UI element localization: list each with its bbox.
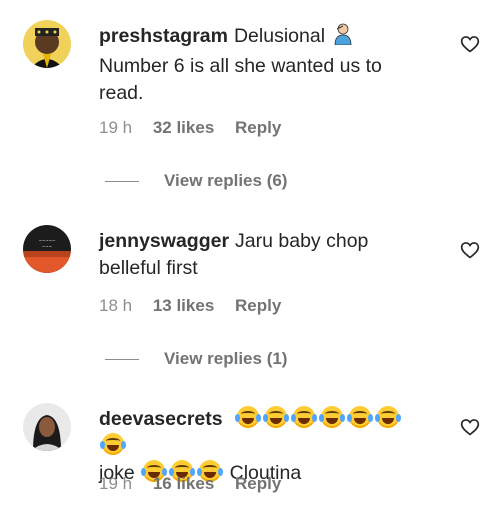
face-with-tears-of-joy-emoji-icon [100,433,126,455]
comment-body-continued: Number 6 is all she wanted us to read. [99,55,382,104]
view-replies-label: View replies (6) [164,171,288,190]
comment-username[interactable]: deevasecrets [99,408,223,430]
comment-username[interactable]: preshstagram [99,25,228,47]
comment-username[interactable]: jennyswagger [99,230,229,252]
comment-meta: 18 h 13 likes Reply [99,296,297,316]
face-with-tears-of-joy-emoji-icon [347,406,374,428]
avatar[interactable] [23,403,71,451]
view-replies-button[interactable]: View replies (1) [105,349,287,369]
person-facepalm-emoji-icon [333,23,353,53]
comment-likes[interactable]: 16 likes [153,474,214,493]
comment-text: preshstagram Delusional Number 6 is all s… [99,23,429,107]
divider-line [105,359,139,361]
heart-outline-icon[interactable] [460,34,480,54]
view-replies-label: View replies (1) [164,349,288,368]
reply-button[interactable]: Reply [235,474,281,493]
svg-text:~~~: ~~~ [42,244,52,249]
comment-body: Delusional [233,25,326,47]
face-with-tears-of-joy-emoji-icon [263,406,290,428]
comment-text: jennyswagger Jaru baby chop belleful firs… [99,228,429,282]
comment-time: 19 h [99,474,133,493]
face-with-tears-of-joy-emoji-icon [375,406,402,428]
view-replies-button[interactable]: View replies (6) [105,171,287,191]
heart-outline-icon[interactable] [460,417,480,437]
comment-time: 19 h [99,118,133,137]
avatar[interactable]: ~~~~~ ~~~ [23,225,71,273]
comment-meta: 19 h 16 likes Reply [99,474,297,494]
comment-likes[interactable]: 32 likes [153,118,214,137]
reply-button[interactable]: Reply [235,118,281,137]
face-with-tears-of-joy-emoji-icon [291,406,318,428]
reply-button[interactable]: Reply [235,296,281,315]
face-with-tears-of-joy-emoji-icon [235,406,262,428]
face-with-tears-of-joy-emoji-icon [319,406,346,428]
heart-outline-icon[interactable] [460,240,480,260]
comment-meta: 19 h 32 likes Reply [99,118,297,138]
comment-time: 18 h [99,296,133,315]
avatar[interactable] [23,20,71,68]
divider-line [105,181,139,183]
comment-likes[interactable]: 13 likes [153,296,214,315]
svg-text:~~~~~: ~~~~~ [39,238,56,243]
